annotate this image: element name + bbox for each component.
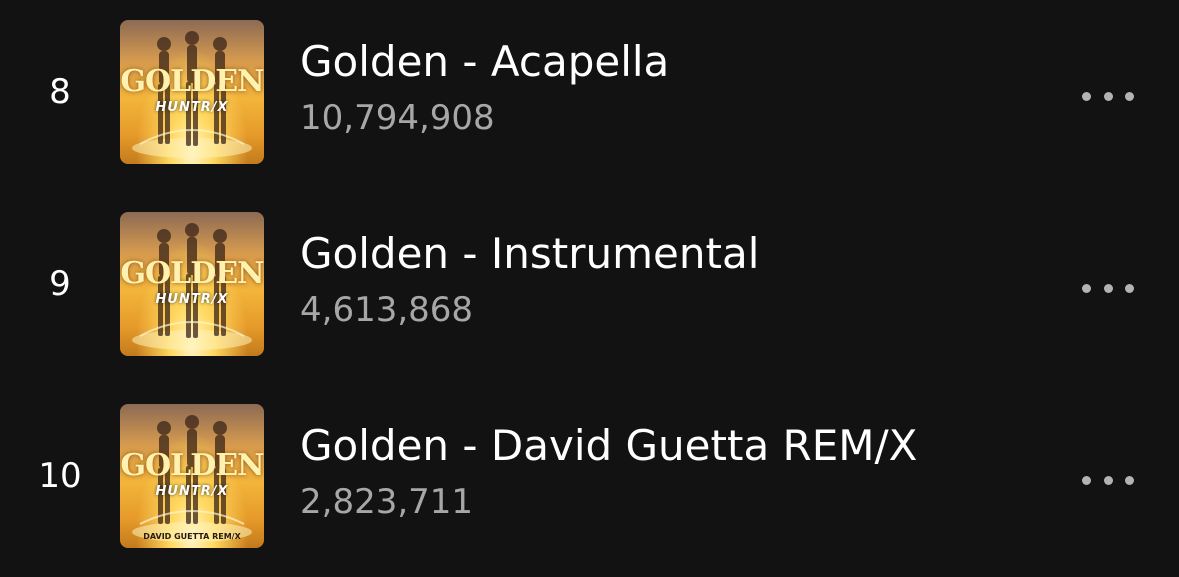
track-info: Golden - Acapella 10,794,908 <box>300 34 1020 142</box>
more-horizontal-icon <box>1082 475 1091 485</box>
more-horizontal-icon <box>1125 283 1134 293</box>
track-title: Golden - Instrumental <box>300 229 760 278</box>
more-horizontal-icon <box>1082 91 1091 101</box>
track-row[interactable]: 10 GOLDEN HUNTR/X DAVID GUETTA REM/X Gol… <box>0 400 1179 550</box>
track-play-count: 10,794,908 <box>300 98 495 138</box>
track-row[interactable]: 9 GOLDEN HUNTR/X Golden - Instrumental 4… <box>0 208 1179 358</box>
track-play-count: 4,613,868 <box>300 290 474 330</box>
more-horizontal-icon <box>1082 283 1091 293</box>
more-horizontal-icon <box>1125 475 1134 485</box>
cover-brand: HUNTR/X <box>155 292 229 307</box>
track-list: 8 GOLDEN HUNTR/X Golden - Acapella 10,79… <box>0 0 1179 577</box>
track-row[interactable]: 8 GOLDEN HUNTR/X Golden - Acapella 10,79… <box>0 16 1179 166</box>
more-horizontal-icon <box>1103 283 1113 293</box>
more-options-button[interactable] <box>1072 80 1144 112</box>
track-rank: 10 <box>38 456 82 496</box>
more-horizontal-icon <box>1125 91 1134 101</box>
more-options-button[interactable] <box>1072 464 1144 496</box>
track-info: Golden - David Guetta REM/X 2,823,711 <box>300 418 1020 526</box>
track-info: Golden - Instrumental 4,613,868 <box>300 226 1020 334</box>
more-horizontal-icon <box>1103 91 1113 101</box>
cover-title: GOLDEN <box>120 64 264 99</box>
track-rank: 8 <box>49 72 71 112</box>
cover-brand: HUNTR/X <box>155 100 229 115</box>
more-horizontal-icon <box>1103 475 1113 485</box>
track-title: Golden - Acapella <box>300 37 670 86</box>
more-options-button[interactable] <box>1072 272 1144 304</box>
track-rank: 9 <box>49 264 71 304</box>
track-play-count: 2,823,711 <box>300 482 474 522</box>
album-cover: GOLDEN HUNTR/X <box>120 20 264 164</box>
cover-subtitle: DAVID GUETTA REM/X <box>143 532 241 541</box>
track-title: Golden - David Guetta REM/X <box>300 421 918 470</box>
cover-title: GOLDEN <box>120 256 264 291</box>
cover-title: GOLDEN <box>120 448 264 483</box>
album-cover: GOLDEN HUNTR/X <box>120 212 264 356</box>
album-cover: GOLDEN HUNTR/X DAVID GUETTA REM/X <box>120 404 264 548</box>
cover-brand: HUNTR/X <box>155 484 229 499</box>
